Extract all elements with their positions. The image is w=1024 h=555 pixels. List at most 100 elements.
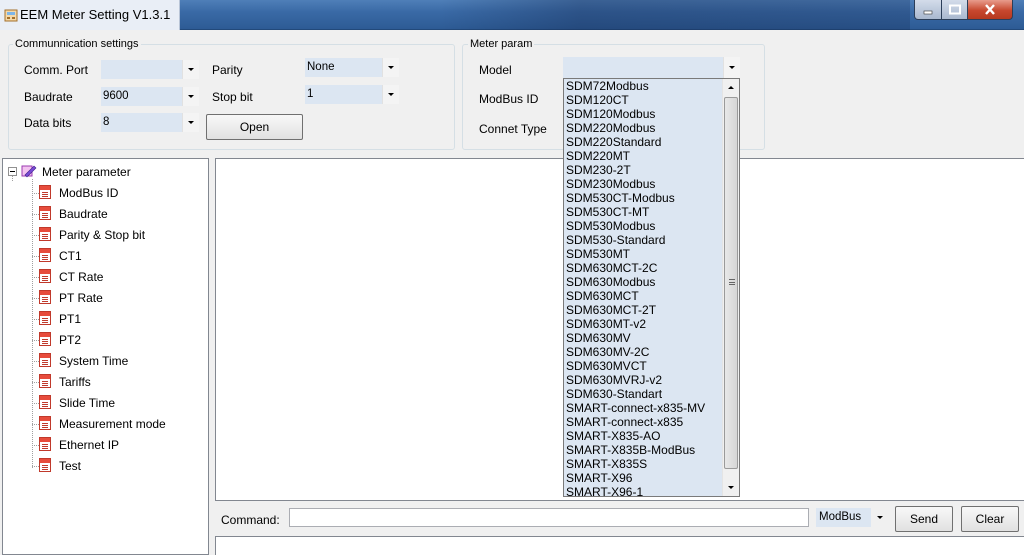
model-option[interactable]: SDM530CT-MT — [565, 205, 723, 219]
tree-item-label: Parity & Stop bit — [59, 228, 146, 242]
data-bits-value: 8 — [103, 116, 110, 128]
model-option[interactable]: SDM630MVRJ-v2 — [565, 373, 723, 387]
document-icon — [39, 290, 55, 304]
tree-item-label: PT1 — [59, 312, 82, 326]
document-icon — [39, 395, 55, 409]
stop-bit-label: Stop bit — [212, 90, 253, 104]
model-list-scrollbar[interactable] — [722, 79, 739, 496]
model-option[interactable]: SDM530MT — [565, 247, 723, 261]
baudrate-value: 9600 — [103, 90, 129, 102]
model-option[interactable]: SDM220MT — [565, 149, 723, 163]
tree-root-label: Meter parameter — [42, 165, 131, 179]
command-input[interactable] — [289, 508, 809, 527]
model-option[interactable]: SDM120Modbus — [565, 107, 723, 121]
document-icon — [39, 269, 55, 283]
modbus-id-label: ModBus ID — [479, 92, 539, 106]
document-icon — [39, 353, 55, 367]
title-bar-background — [440, 0, 910, 30]
tree-item-label: PT Rate — [59, 291, 103, 305]
model-option[interactable]: SMART-X96-1 — [565, 485, 723, 499]
scrollbar-thumb[interactable] — [724, 97, 738, 469]
stop-bit-select[interactable]: 1 — [305, 85, 399, 104]
maximize-button[interactable] — [941, 0, 968, 20]
tree-item-label: Measurement mode — [59, 417, 166, 431]
send-button[interactable]: Send — [895, 506, 953, 532]
tree-line — [32, 340, 39, 341]
tree-line — [32, 235, 39, 236]
chevron-down-icon[interactable] — [382, 58, 399, 77]
chevron-down-icon[interactable] — [182, 113, 199, 132]
chevron-down-icon[interactable] — [871, 508, 888, 527]
document-icon — [39, 458, 55, 472]
model-option[interactable]: SDM220Standard — [565, 135, 723, 149]
model-dropdown-list[interactable]: SDM72Modbus SDM120CT SDM120Modbus SDM220Mod… — [563, 78, 740, 499]
tree-item-label: ModBus ID — [59, 186, 119, 200]
parity-select[interactable]: None — [305, 58, 399, 77]
open-button[interactable]: Open — [206, 114, 303, 140]
model-option[interactable]: SDM630MCT-2T — [565, 303, 723, 317]
clear-button[interactable]: Clear — [961, 506, 1019, 532]
collapse-icon[interactable] — [8, 167, 17, 176]
response-area[interactable] — [215, 536, 1024, 555]
app-icon — [4, 9, 18, 22]
tree-item-label: Tariffs — [59, 375, 91, 389]
document-icon — [39, 185, 55, 199]
model-option[interactable]: SDM630MT-v2 — [565, 317, 723, 331]
stop-bit-value: 1 — [307, 88, 314, 100]
parameter-tree: Meter parameter ModBus ID Baudrate Parity … — [2, 158, 209, 555]
chevron-down-icon[interactable] — [182, 87, 199, 106]
parity-label: Parity — [212, 63, 243, 77]
minimize-icon — [923, 10, 933, 14]
model-option[interactable]: SMART-connect-x835-MV — [565, 401, 723, 415]
document-icon — [39, 206, 55, 220]
model-option[interactable]: SDM630-Standart — [565, 387, 723, 401]
model-option[interactable]: SMART-X835B-ModBus — [565, 443, 723, 457]
protocol-select[interactable]: ModBus — [816, 508, 888, 527]
tree-line — [12, 176, 13, 181]
model-option[interactable]: SDM630MV-2C — [565, 345, 723, 359]
tree-item-label: Ethernet IP — [59, 438, 120, 452]
close-button[interactable] — [967, 0, 1013, 20]
maximize-icon — [948, 4, 961, 14]
model-option[interactable]: SDM530CT-Modbus — [565, 191, 723, 205]
model-option[interactable]: SDM72Modbus — [565, 79, 723, 93]
model-option[interactable]: SDM220Modbus — [565, 121, 723, 135]
model-option[interactable]: SDM230Modbus — [565, 177, 723, 191]
scroll-down-icon[interactable] — [723, 479, 739, 496]
model-option[interactable]: SDM630MVCT — [565, 359, 723, 373]
model-option[interactable]: SDM120CT — [565, 93, 723, 107]
model-option[interactable]: SDM630MCT — [565, 289, 723, 303]
tree-line — [32, 277, 39, 278]
window-title: EEM Meter Setting V1.3.1 — [20, 7, 171, 22]
minimize-button[interactable] — [914, 0, 942, 20]
model-option[interactable]: SDM630Modbus — [565, 275, 723, 289]
model-option[interactable]: SDM230-2T — [565, 163, 723, 177]
model-option[interactable]: SDM630MCT-2C — [565, 261, 723, 275]
model-option[interactable]: SDM530-Standard — [565, 233, 723, 247]
model-option[interactable]: SMART-connect-x835 — [565, 415, 723, 429]
model-option[interactable]: SDM630MV — [565, 331, 723, 345]
document-icon — [39, 416, 55, 430]
model-option[interactable]: SMART-X835S — [565, 457, 723, 471]
comm-port-select[interactable] — [101, 60, 199, 79]
baudrate-select[interactable]: 9600 — [101, 87, 199, 106]
chevron-down-icon[interactable] — [723, 57, 740, 78]
model-option[interactable]: SDM530Modbus — [565, 219, 723, 233]
data-bits-select[interactable]: 8 — [101, 113, 199, 132]
chevron-down-icon[interactable] — [182, 60, 199, 79]
model-select[interactable] — [563, 57, 740, 78]
close-icon — [985, 3, 995, 15]
tree-line — [32, 403, 39, 404]
protocol-value: ModBus — [819, 511, 862, 523]
tree-line — [32, 361, 39, 362]
model-option[interactable]: SMART-X96 — [565, 471, 723, 485]
model-option[interactable]: SMART-X835-AO — [565, 429, 723, 443]
document-icon — [39, 437, 55, 451]
document-icon — [39, 311, 55, 325]
parity-value: None — [307, 61, 335, 73]
scroll-up-icon[interactable] — [723, 79, 739, 96]
tree-line — [32, 466, 39, 467]
tree-line — [32, 193, 39, 194]
chevron-down-icon[interactable] — [382, 85, 399, 104]
tree-line — [32, 256, 39, 257]
